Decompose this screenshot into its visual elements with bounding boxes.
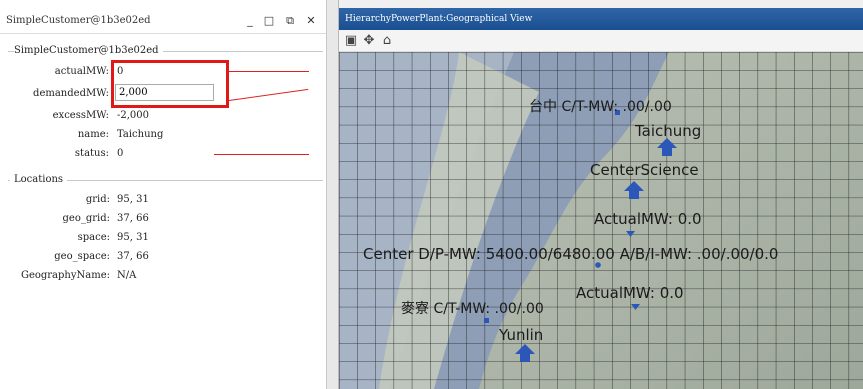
annotation-line	[214, 154, 309, 155]
geo-space-label: geo_space:	[54, 251, 110, 262]
map-title: HierarchyPowerPlant:Geographical View	[345, 14, 533, 24]
map-label-actualmw-1: ActualMW: 0.0	[594, 210, 702, 228]
excessmw-label: excessMW:	[52, 110, 109, 121]
geography-name-label: GeographyName:	[20, 270, 110, 281]
panel-splitter[interactable]	[327, 0, 339, 389]
map-label-taichung-ct: 台中 C/T-MW: .00/.00	[529, 99, 672, 115]
map-toolbar: ▣ ✥ ⌂	[339, 30, 863, 52]
image-icon[interactable]: ▣	[343, 33, 359, 49]
locations-header: Locations	[10, 174, 68, 185]
map-label-mailiao-ct: 麥寮 C/T-MW: .00/.00	[401, 301, 544, 317]
space-value: 95, 31	[117, 232, 149, 243]
inspector-titlebar: SimpleCustomer@1b3e02ed _ □ ⧉ ✕	[0, 8, 326, 34]
name-value: Taichung	[117, 129, 164, 140]
space-label: space:	[77, 232, 110, 243]
home-icon[interactable]: ⌂	[379, 33, 395, 49]
pan-icon[interactable]: ✥	[361, 33, 377, 49]
geo-grid-label: geo_grid:	[62, 213, 111, 224]
excessmw-value: -2,000	[117, 110, 150, 121]
map-label-actualmw-2: ActualMW: 0.0	[576, 284, 684, 302]
grid-label: grid:	[85, 194, 110, 205]
restore-button[interactable]: ⧉	[283, 14, 297, 28]
plant-marker	[484, 318, 489, 323]
demandedmw-label: demandedMW:	[33, 88, 109, 99]
name-label: name:	[77, 129, 109, 140]
grid-value: 95, 31	[117, 194, 149, 205]
status-label: status:	[74, 148, 109, 159]
plant-marker	[595, 262, 601, 268]
map-canvas[interactable]: 台中 C/T-MW: .00/.00 Taichung CenterScienc…	[339, 52, 863, 389]
geography-name-value: N/A	[117, 270, 137, 281]
highlight-annotation	[111, 60, 229, 108]
geo-grid-value: 37, 66	[117, 213, 149, 224]
map-label-center-dp: Center D/P-MW: 5400.00/6480.00 A/B/I-MW:…	[363, 245, 779, 263]
close-button[interactable]: ✕	[304, 14, 318, 28]
annotation-line	[228, 88, 309, 101]
annotation-line	[229, 71, 309, 72]
map-label-taichung: Taichung	[635, 122, 702, 140]
minimize-button[interactable]: _	[243, 14, 257, 28]
map-titlebar: HierarchyPowerPlant:Geographical View	[339, 8, 863, 30]
actualmw-label: actualMW:	[54, 66, 109, 77]
map-label-yunlin: Yunlin	[499, 326, 544, 344]
maximize-button[interactable]: □	[262, 14, 276, 28]
section-header: SimpleCustomer@1b3e02ed	[14, 45, 163, 56]
map-panel: HierarchyPowerPlant:Geographical View ▣ …	[339, 8, 863, 389]
inspector-panel: SimpleCustomer@1b3e02ed _ □ ⧉ ✕ SimpleCu…	[0, 0, 327, 389]
geo-space-value: 37, 66	[117, 251, 149, 262]
inspector-title: SimpleCustomer@1b3e02ed	[6, 15, 151, 26]
map-label-centerscience: CenterScience	[590, 161, 699, 179]
status-value: 0	[117, 148, 124, 159]
